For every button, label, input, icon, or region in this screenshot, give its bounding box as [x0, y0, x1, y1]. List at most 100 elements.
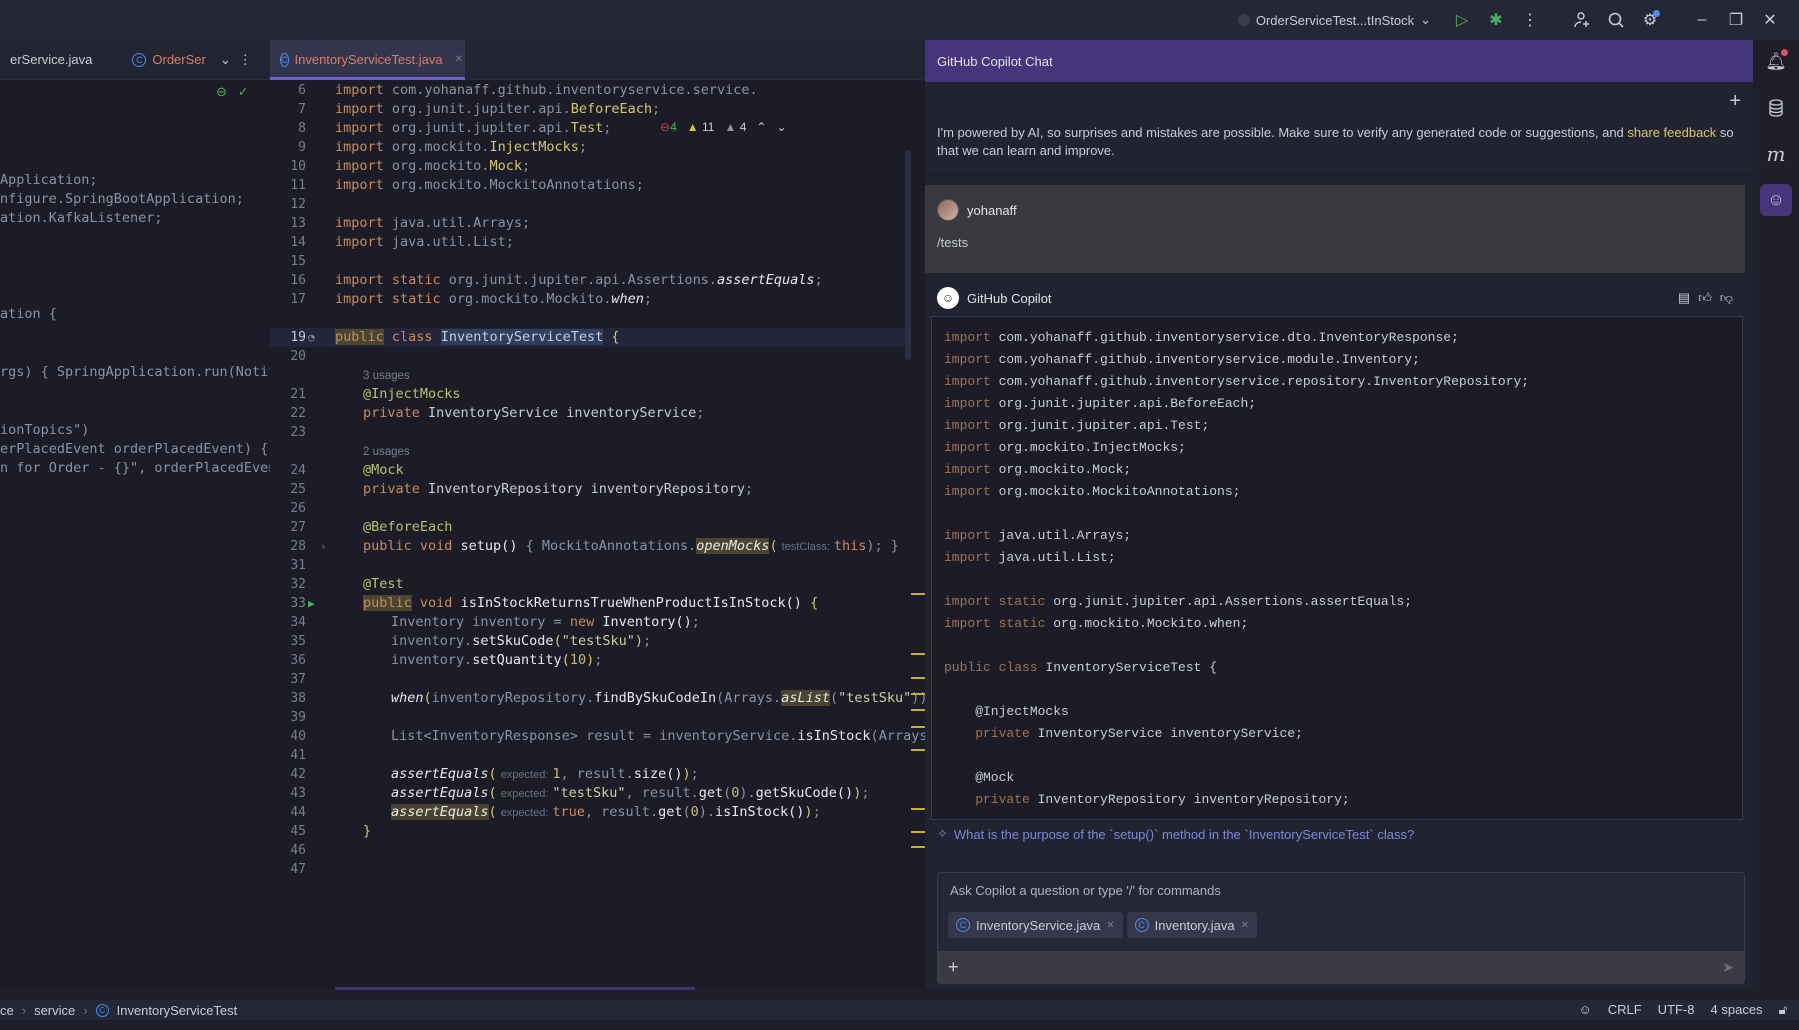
warning-marker[interactable] — [911, 749, 925, 751]
code-line: public class InventoryServiceTest { — [944, 660, 1218, 675]
code-line: import com.yohanaff.github.inventoryserv… — [944, 374, 1530, 389]
warning-marker[interactable] — [911, 693, 925, 695]
bot-name: GitHub Copilot — [967, 290, 1052, 306]
code-line: import org.mockito.Mock; — [944, 462, 1132, 477]
remove-chip-icon[interactable]: ✕ — [1106, 920, 1114, 931]
code-line: import static org.mockito.Mockito.when; — [944, 616, 1249, 631]
chevron-down-icon: ⌄ — [219, 51, 231, 67]
copilot-logo-icon: ☺ — [937, 287, 959, 309]
search-icon[interactable] — [1599, 5, 1633, 35]
thumbs-up-icon[interactable]: 👍︎ — [1698, 290, 1712, 306]
chat-input[interactable]: Ask Copilot a question or type '/' for c… — [938, 873, 1744, 908]
user-name: yohanaff — [967, 202, 1017, 218]
send-icon[interactable]: ➤ — [1722, 959, 1734, 976]
run-config-icon — [1237, 14, 1250, 26]
warning-marker[interactable] — [911, 593, 925, 595]
response-code-block[interactable]: import com.yohanaff.github.inventoryserv… — [931, 316, 1743, 820]
class-icon: C — [132, 52, 147, 67]
context-chip[interactable]: C Inventory.java ✕ — [1126, 912, 1258, 938]
horizontal-scrollbar[interactable] — [335, 987, 695, 990]
file-encoding[interactable]: UTF-8 — [1658, 1002, 1695, 1018]
code-line: import com.yohanaff.github.inventoryserv… — [944, 330, 1459, 345]
context-chips: C InventoryService.java ✕ C Inventory.java ✕ — [938, 908, 1744, 942]
code-line: import static org.junit.jupiter.api.Asse… — [944, 594, 1413, 609]
tab-list-dropdown[interactable]: ⌄ — [216, 40, 235, 80]
status-bar: ce › service › C InventoryServiceTest ☺ … — [0, 1000, 1799, 1020]
warning-marker[interactable] — [911, 831, 925, 833]
close-icon[interactable]: ✕ — [1753, 5, 1787, 35]
sparkle-icon: ✧ — [937, 826, 948, 841]
code-line: import org.mockito.InjectMocks; — [944, 440, 1186, 455]
share-feedback-link[interactable]: share feedback — [1627, 125, 1716, 140]
code-line: import org.junit.jupiter.api.BeforeEach; — [944, 396, 1257, 411]
maven-icon[interactable]: m — [1760, 138, 1792, 170]
warning-marker[interactable] — [911, 677, 925, 679]
usages-hint[interactable]: 3 usages — [363, 370, 410, 382]
code-line: @InjectMocks — [944, 704, 1069, 719]
usages-hint[interactable]: 2 usages — [363, 446, 410, 458]
class-icon: C — [1134, 918, 1149, 932]
close-tab-icon[interactable]: ✕ — [455, 54, 463, 65]
panel-title: GitHub Copilot Chat — [937, 53, 1053, 69]
copilot-status-icon[interactable]: ☺ — [1578, 1002, 1591, 1018]
editor-scrollbar[interactable] — [905, 80, 911, 1030]
database-icon[interactable] — [1760, 92, 1792, 124]
minimize-icon[interactable]: – — [1685, 5, 1719, 35]
chevron-down-icon: ⌄ — [1420, 12, 1431, 27]
tab-label: OrderSer — [152, 52, 206, 67]
chat-input-box[interactable]: Ask Copilot a question or type '/' for c… — [937, 872, 1745, 984]
attach-context-icon[interactable]: + — [948, 957, 959, 978]
code-editor[interactable]: 6 import com.yohanaff.github.inventoryser… — [270, 81, 928, 879]
update-badge — [1653, 10, 1660, 17]
editor-tab-bar: C InventoryServiceTest.java ✕ — [270, 39, 925, 80]
add-user-icon[interactable] — [1565, 5, 1599, 35]
breadcrumb-item[interactable]: ce — [0, 1003, 14, 1018]
warning-marker[interactable] — [911, 709, 925, 711]
fold-expand-icon[interactable]: › — [320, 537, 327, 556]
context-chip[interactable]: C InventoryService.java ✕ — [948, 912, 1123, 938]
right-tool-strip: 🔔︎ m ☺ — [1753, 40, 1799, 990]
run-icon[interactable]: ▷ — [1445, 5, 1479, 35]
line-ending[interactable]: CRLF — [1608, 1002, 1642, 1018]
suggested-question[interactable]: ✧ What is the purpose of the `setup()` m… — [937, 826, 1414, 842]
copilot-chat-icon[interactable]: ☺ — [1760, 184, 1792, 216]
ai-disclaimer: I'm powered by AI, so surprises and mist… — [925, 120, 1753, 175]
indent-setting[interactable]: 4 spaces — [1711, 1002, 1763, 1018]
scrollbar-thumb[interactable] — [905, 150, 911, 360]
settings-icon[interactable]: ⚙ — [1633, 5, 1667, 35]
tab-order-ser[interactable]: C OrderSer — [122, 40, 215, 80]
remove-chip-icon[interactable]: ✕ — [1241, 920, 1249, 931]
lock-icon[interactable]: 🔓︎ — [1779, 1002, 1787, 1018]
run-test-icon[interactable]: ▶ — [308, 594, 315, 613]
class-icon: C — [280, 52, 289, 67]
class-icon: C — [95, 1003, 109, 1017]
breadcrumb-item[interactable]: service — [34, 1003, 75, 1018]
more-icon[interactable]: ⋮ — [1513, 5, 1547, 35]
breadcrumb-item[interactable]: InventoryServiceTest — [117, 1003, 238, 1018]
breadcrumb: ce › service › C InventoryServiceTest — [0, 1002, 238, 1018]
warning-marker[interactable] — [911, 846, 925, 848]
restore-icon[interactable]: ❐ — [1719, 5, 1753, 35]
suggestion-text: What is the purpose of the `setup()` met… — [953, 826, 1415, 842]
copilot-header: GitHub Copilot Chat — [925, 40, 1753, 82]
warning-marker[interactable] — [911, 653, 925, 655]
tab-order-service-partial[interactable]: erService.java — [0, 40, 102, 80]
inspection-ok-icon[interactable]: ⊖ ✓ — [216, 84, 249, 100]
run-config-selector[interactable]: OrderServiceTest...tInStock ⌄ — [1237, 12, 1431, 28]
new-chat-icon[interactable]: + — [1729, 90, 1741, 113]
tab-more-button[interactable]: ⋮ — [235, 40, 256, 80]
copy-icon[interactable]: ▤ — [1678, 290, 1690, 306]
user-message-text: /tests — [937, 235, 969, 250]
thumbs-down-icon[interactable]: 👎︎ — [1720, 290, 1733, 306]
debug-icon[interactable]: ✱ — [1479, 5, 1513, 35]
warning-marker[interactable] — [911, 726, 925, 728]
code-line: import org.junit.jupiter.api.Test; — [944, 418, 1210, 433]
notifications-icon[interactable]: 🔔︎ — [1760, 46, 1792, 78]
implemented-icon[interactable]: ◔ — [308, 328, 315, 347]
tab-inventory-service-test[interactable]: C InventoryServiceTest.java ✕ — [270, 39, 465, 80]
code-line: import java.util.Arrays; — [944, 528, 1132, 543]
warning-marker[interactable] — [911, 808, 925, 810]
